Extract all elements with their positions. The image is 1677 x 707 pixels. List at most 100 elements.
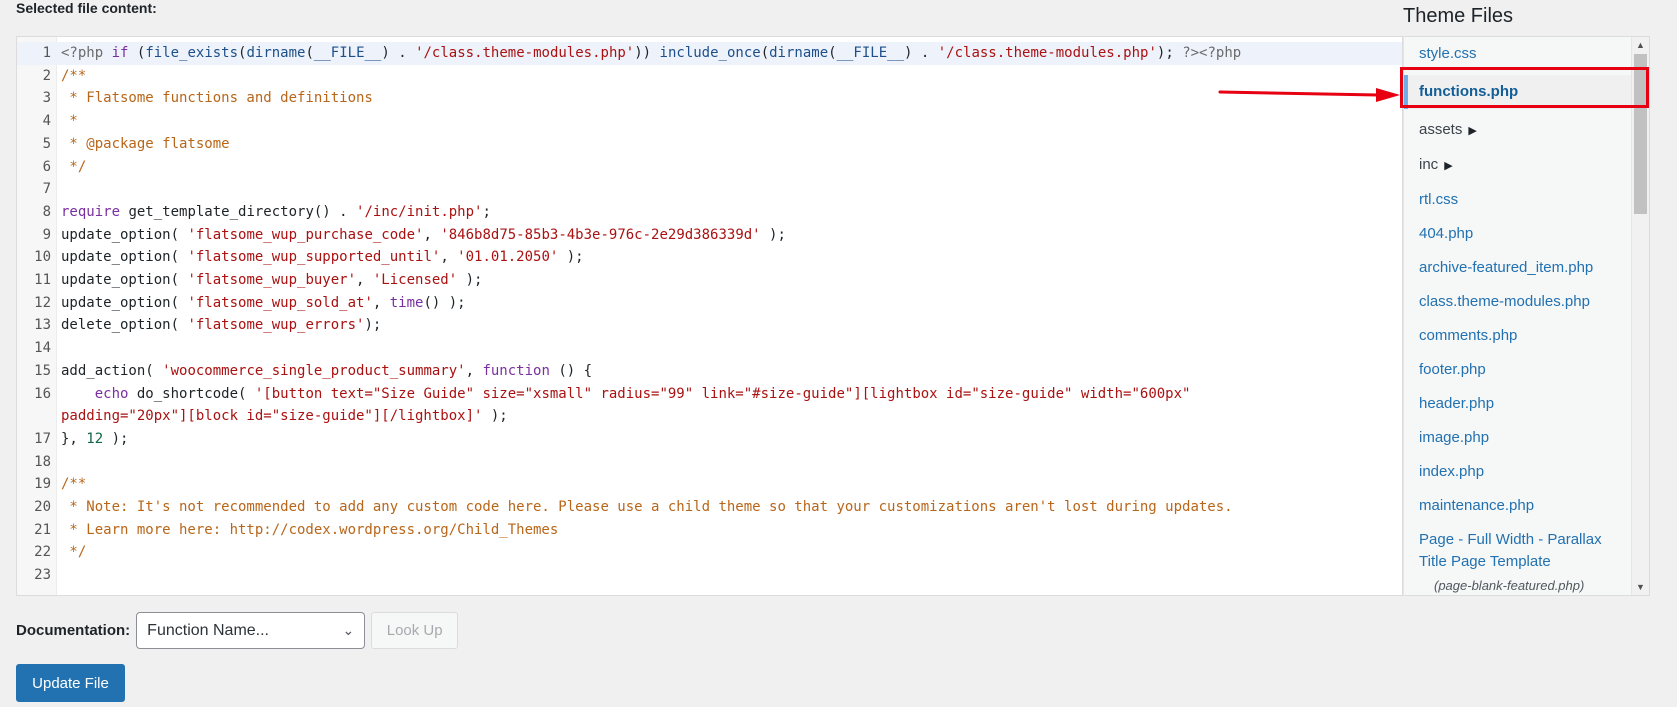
theme-file-item[interactable]: image.php: [1404, 421, 1631, 455]
line-number: 2: [42, 67, 51, 84]
code-line-text[interactable]: [61, 451, 1402, 474]
file-item-label: index.php: [1419, 463, 1485, 480]
code-content[interactable]: 1 <?php if (file_exists(dirname(__FILE__)…: [17, 42, 1402, 587]
code-line-text[interactable]: [61, 564, 1402, 587]
code-line[interactable]: 12 update_option( 'flatsome_wup_sold_at',…: [17, 292, 1402, 315]
file-item-label: class.theme-modules.php: [1419, 293, 1590, 310]
scroll-up-arrow-icon[interactable]: ▲: [1632, 37, 1649, 53]
scrollbar-thumb[interactable]: [1634, 54, 1647, 214]
function-name-select-value: Function Name...: [147, 621, 269, 639]
theme-file-item[interactable]: header.php: [1404, 387, 1631, 421]
code-line-text[interactable]: /**: [61, 473, 1402, 496]
look-up-button[interactable]: Look Up: [371, 612, 459, 649]
code-line[interactable]: 23: [17, 564, 1402, 587]
code-line-text[interactable]: * Note: It's not recommended to add any …: [61, 496, 1402, 519]
line-number: 18: [34, 453, 51, 470]
theme-folder-item[interactable]: inc ▶: [1404, 148, 1631, 183]
file-item-label: style.css: [1419, 45, 1477, 62]
code-line-text[interactable]: [61, 337, 1402, 360]
code-line[interactable]: 11 update_option( 'flatsome_wup_buyer', '…: [17, 269, 1402, 292]
theme-file-item[interactable]: rtl.css: [1404, 183, 1631, 217]
theme-file-item[interactable]: functions.php: [1404, 75, 1631, 109]
file-item-label: footer.php: [1419, 361, 1486, 378]
code-line[interactable]: 15 add_action( 'woocommerce_single_produc…: [17, 360, 1402, 383]
code-line[interactable]: 6 */: [17, 156, 1402, 179]
line-number: 6: [42, 158, 51, 175]
line-number: 13: [34, 317, 51, 334]
code-editor[interactable]: 1 <?php if (file_exists(dirname(__FILE__)…: [16, 36, 1403, 596]
code-line-text[interactable]: update_option( 'flatsome_wup_supported_u…: [61, 246, 1402, 269]
theme-folder-item[interactable]: assets ▶: [1404, 113, 1631, 148]
function-name-select[interactable]: Function Name... ⌄: [136, 612, 366, 649]
code-line-text[interactable]: * @package flatsome: [61, 133, 1402, 156]
code-line[interactable]: 21 * Learn more here: http://codex.wordp…: [17, 519, 1402, 542]
theme-file-item[interactable]: comments.php: [1404, 319, 1631, 353]
code-line[interactable]: 5 * @package flatsome: [17, 133, 1402, 156]
code-line-text[interactable]: update_option( 'flatsome_wup_buyer', 'Li…: [61, 269, 1402, 292]
theme-file-item[interactable]: archive-featured_item.php: [1404, 251, 1631, 285]
file-item-label: image.php: [1419, 429, 1490, 446]
line-number: 10: [34, 249, 51, 266]
theme-file-item[interactable]: 404.php: [1404, 217, 1631, 251]
code-line-text[interactable]: delete_option( 'flatsome_wup_errors');: [61, 314, 1402, 337]
line-number: 7: [42, 181, 51, 198]
theme-file-item[interactable]: maintenance.php: [1404, 489, 1631, 523]
code-line-text[interactable]: *: [61, 110, 1402, 133]
file-item-label: comments.php: [1419, 327, 1518, 344]
code-line-text[interactable]: echo do_shortcode( '[button text="Size G…: [61, 383, 1402, 428]
code-line-text[interactable]: /**: [61, 65, 1402, 88]
sidebar-scrollbar[interactable]: ▲ ▼: [1631, 37, 1649, 595]
theme-files-list: style.css functions.php assets ▶ inc ▶ rtl.css…: [1404, 37, 1631, 595]
code-line[interactable]: 10 update_option( 'flatsome_wup_supported…: [17, 246, 1402, 269]
code-line[interactable]: 16 echo do_shortcode( '[button text="Siz…: [17, 383, 1402, 428]
code-line-text[interactable]: add_action( 'woocommerce_single_product_…: [61, 360, 1402, 383]
code-line[interactable]: 4 *: [17, 110, 1402, 133]
code-line[interactable]: 13 delete_option( 'flatsome_wup_errors');: [17, 314, 1402, 337]
code-line-text[interactable]: * Flatsome functions and definitions: [61, 87, 1402, 110]
code-line[interactable]: 9 update_option( 'flatsome_wup_purchase_c…: [17, 224, 1402, 247]
line-number: 5: [42, 135, 51, 152]
code-line-text[interactable]: * Learn more here: http://codex.wordpres…: [61, 519, 1402, 542]
code-line-text[interactable]: */: [61, 156, 1402, 179]
selected-file-content-label: Selected file content:: [16, 0, 157, 16]
code-line[interactable]: 18: [17, 451, 1402, 474]
code-line[interactable]: 8 require get_template_directory() . '/in…: [17, 201, 1402, 224]
theme-file-item[interactable]: Page - Full Width - Parallax Title Page …: [1404, 523, 1631, 595]
code-line[interactable]: 7: [17, 178, 1402, 201]
code-line[interactable]: 22 */: [17, 541, 1402, 564]
theme-file-item[interactable]: class.theme-modules.php: [1404, 285, 1631, 319]
theme-file-item[interactable]: index.php: [1404, 455, 1631, 489]
line-number: 9: [42, 226, 51, 243]
file-item-label: archive-featured_item.php: [1419, 259, 1594, 276]
line-number: 15: [34, 362, 51, 379]
code-line-text[interactable]: [61, 178, 1402, 201]
code-line[interactable]: 20 * Note: It's not recommended to add a…: [17, 496, 1402, 519]
code-line[interactable]: 3 * Flatsome functions and definitions: [17, 87, 1402, 110]
theme-file-item[interactable]: footer.php: [1404, 353, 1631, 387]
code-line[interactable]: 17 }, 12 );: [17, 428, 1402, 451]
code-line[interactable]: 14: [17, 337, 1402, 360]
update-file-button[interactable]: Update File: [16, 664, 125, 702]
theme-file-item[interactable]: style.css: [1404, 37, 1631, 71]
caret-right-icon[interactable]: ▶: [1444, 160, 1452, 172]
line-number: 1: [42, 45, 51, 61]
line-number: 23: [34, 567, 51, 584]
line-number: 20: [34, 499, 51, 516]
code-line-text[interactable]: <?php if (file_exists(dirname(__FILE__) …: [61, 42, 1402, 65]
line-number: 21: [34, 521, 51, 538]
theme-files-sidebar[interactable]: style.css functions.php assets ▶ inc ▶ rtl.css…: [1403, 36, 1650, 596]
code-line[interactable]: 19 /**: [17, 473, 1402, 496]
theme-files-title: Theme Files: [1403, 5, 1514, 27]
line-number: 3: [42, 90, 51, 107]
line-number: 17: [34, 430, 51, 447]
code-line[interactable]: 2 /**: [17, 65, 1402, 88]
code-line-text[interactable]: update_option( 'flatsome_wup_purchase_co…: [61, 224, 1402, 247]
file-item-label: assets: [1419, 121, 1463, 138]
code-line-text[interactable]: */: [61, 541, 1402, 564]
code-line[interactable]: 1 <?php if (file_exists(dirname(__FILE__)…: [17, 42, 1402, 65]
code-line-text[interactable]: }, 12 );: [61, 428, 1402, 451]
code-line-text[interactable]: update_option( 'flatsome_wup_sold_at', t…: [61, 292, 1402, 315]
code-line-text[interactable]: require get_template_directory() . '/inc…: [61, 201, 1402, 224]
caret-right-icon[interactable]: ▶: [1468, 125, 1476, 137]
scroll-down-arrow-icon[interactable]: ▼: [1632, 579, 1649, 595]
